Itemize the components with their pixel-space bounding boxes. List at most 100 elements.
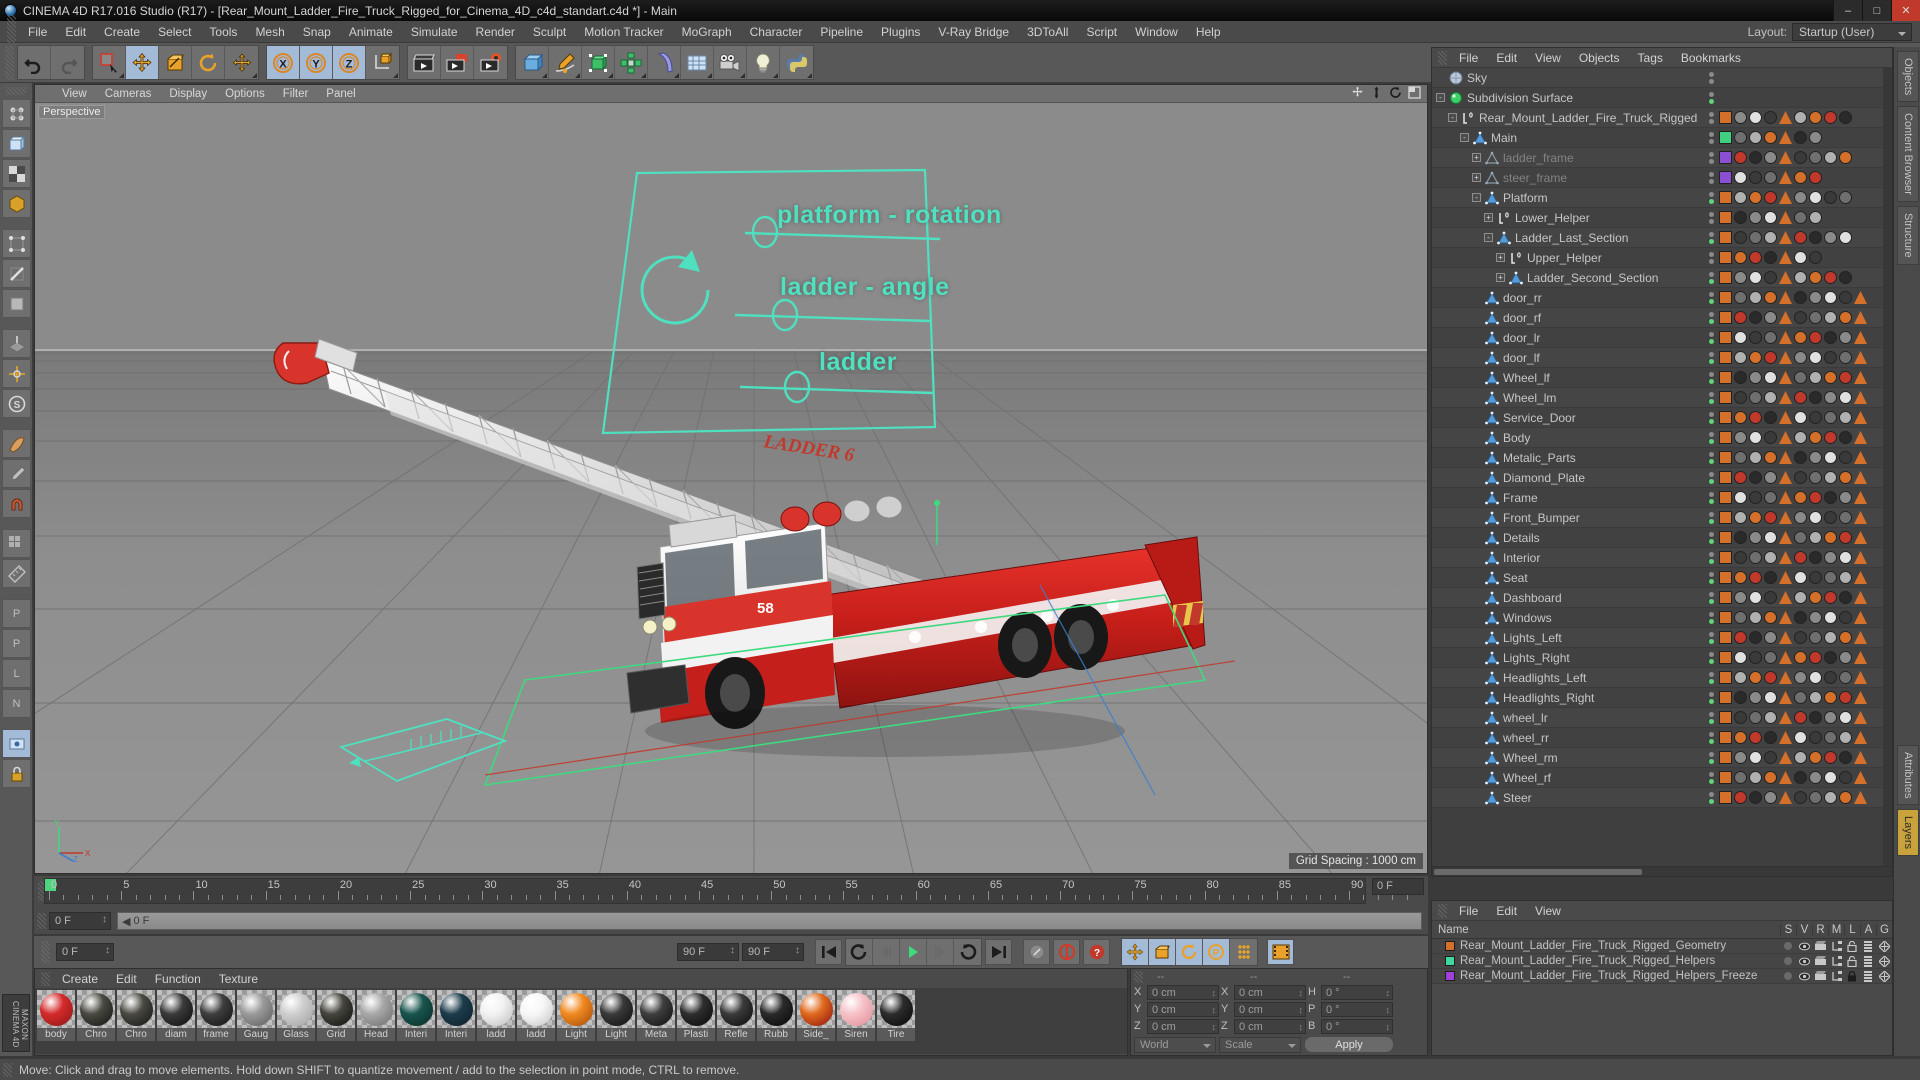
object-tree-row[interactable]: Steer [1432,788,1892,808]
render-region-button[interactable] [441,46,474,79]
object-tag-icon[interactable] [1809,311,1822,324]
object-tag-icon[interactable] [1734,611,1747,624]
object-tag-icon[interactable] [1749,291,1762,304]
menu-tools[interactable]: Tools [200,23,246,41]
object-tag-icon[interactable] [1734,371,1747,384]
object-tag-icon[interactable] [1749,211,1762,224]
object-manager-menu-file[interactable]: File [1450,50,1487,66]
layer-color-tag[interactable] [1719,491,1732,504]
object-tag-icon[interactable] [1794,511,1807,524]
layer-color-tag[interactable] [1719,671,1732,684]
keyframe-help-button[interactable]: ? [1083,939,1110,965]
object-tree-row[interactable]: Wheel_rm [1432,748,1892,768]
material-preview[interactable] [557,990,595,1028]
layer-row[interactable]: Rear_Mount_Ladder_Fire_Truck_Rigged_Help… [1432,954,1892,969]
object-tag-icon[interactable] [1749,631,1762,644]
lock-viewport-button[interactable] [2,759,31,788]
material-swatch[interactable]: Head [357,990,395,1052]
object-tags[interactable] [1734,451,1892,464]
object-tag-icon[interactable] [1839,631,1852,644]
object-tag-icon[interactable] [1809,291,1822,304]
object-tag-icon[interactable] [1749,171,1762,184]
object-tag-icon[interactable] [1854,571,1867,584]
object-tree-row[interactable]: Details [1432,528,1892,548]
object-tree-row[interactable]: door_lf [1432,348,1892,368]
object-tag-icon[interactable] [1824,191,1837,204]
tool-p-button[interactable]: P [2,599,31,628]
object-tag-icon[interactable] [1764,611,1777,624]
layer-toggle-cell[interactable] [1796,957,1812,966]
object-tag-icon[interactable] [1749,691,1762,704]
object-tags[interactable] [1734,771,1892,784]
object-tag-icon[interactable] [1779,591,1792,604]
object-tree-row[interactable]: Front_Bumper [1432,508,1892,528]
expand-toggle-icon[interactable]: + [1484,213,1493,222]
layer-color-tag[interactable] [1719,551,1732,564]
object-tag-icon[interactable] [1794,731,1807,744]
object-tag-icon[interactable] [1839,531,1852,544]
menu-animate[interactable]: Animate [340,23,402,41]
tab-structure[interactable]: Structure [1897,206,1919,265]
layer-row[interactable]: Rear_Mount_Ladder_Fire_Truck_Rigged_Geom… [1432,939,1892,954]
object-tags[interactable] [1734,251,1892,264]
object-tag-icon[interactable] [1734,551,1747,564]
object-tag-icon[interactable] [1764,551,1777,564]
object-tag-icon[interactable] [1809,791,1822,804]
layer-toggle-cell[interactable] [1876,940,1892,952]
add-array-button[interactable] [615,46,648,79]
transform-tool-button[interactable] [225,46,258,79]
object-tag-icon[interactable] [1824,591,1837,604]
object-tag-icon[interactable] [1809,651,1822,664]
object-tags[interactable] [1734,471,1892,484]
object-tree-row[interactable]: Sky [1432,68,1892,88]
step-back-button[interactable] [873,939,900,965]
visibility-dots[interactable] [1709,231,1716,244]
transform-mode-dropdown[interactable]: Scale [1219,1036,1301,1053]
object-tags[interactable] [1734,351,1892,364]
object-tree-row[interactable]: Service_Door [1432,408,1892,428]
object-tag-icon[interactable] [1809,471,1822,484]
object-tag-icon[interactable] [1749,571,1762,584]
object-tag-icon[interactable] [1854,691,1867,704]
material-manager-menu-texture[interactable]: Texture [210,971,267,987]
object-tag-icon[interactable] [1794,671,1807,684]
object-tag-icon[interactable] [1749,431,1762,444]
object-tag-icon[interactable] [1794,591,1807,604]
object-tag-icon[interactable] [1809,371,1822,384]
object-tag-icon[interactable] [1734,691,1747,704]
object-tag-icon[interactable] [1749,771,1762,784]
layer-color-tag[interactable] [1719,251,1732,264]
object-tag-icon[interactable] [1839,751,1852,764]
object-tag-icon[interactable] [1779,431,1792,444]
object-tag-icon[interactable] [1734,671,1747,684]
object-tag-icon[interactable] [1734,451,1747,464]
object-tag-icon[interactable] [1734,771,1747,784]
visibility-dots[interactable] [1709,291,1716,304]
expand-toggle-icon[interactable]: + [1472,173,1481,182]
object-tag-icon[interactable] [1764,411,1777,424]
object-tag-icon[interactable] [1839,571,1852,584]
object-tag-icon[interactable] [1779,691,1792,704]
loop-button[interactable] [954,939,981,965]
object-tag-icon[interactable] [1809,271,1822,284]
object-tag-icon[interactable] [1794,451,1807,464]
layer-manager-menu-view[interactable]: View [1526,903,1570,919]
play-button[interactable] [900,939,927,965]
visibility-dots[interactable] [1709,371,1716,384]
move-tool-button[interactable] [126,46,159,79]
material-preview[interactable] [597,990,635,1028]
lock-open-icon[interactable] [1844,955,1860,967]
object-tag-icon[interactable] [1749,531,1762,544]
object-tags[interactable] [1734,231,1892,244]
object-tag-icon[interactable] [1764,231,1777,244]
object-tags[interactable] [1734,711,1892,724]
material-manager-menu-function[interactable]: Function [146,971,210,987]
object-tags[interactable] [1734,151,1892,164]
object-tag-icon[interactable] [1779,311,1792,324]
object-tag-icon[interactable] [1809,571,1822,584]
layer-toggle-cell[interactable] [1812,971,1828,981]
object-tag-icon[interactable] [1734,351,1747,364]
object-tag-icon[interactable] [1764,691,1777,704]
object-tag-icon[interactable] [1749,331,1762,344]
object-tag-icon[interactable] [1824,231,1837,244]
